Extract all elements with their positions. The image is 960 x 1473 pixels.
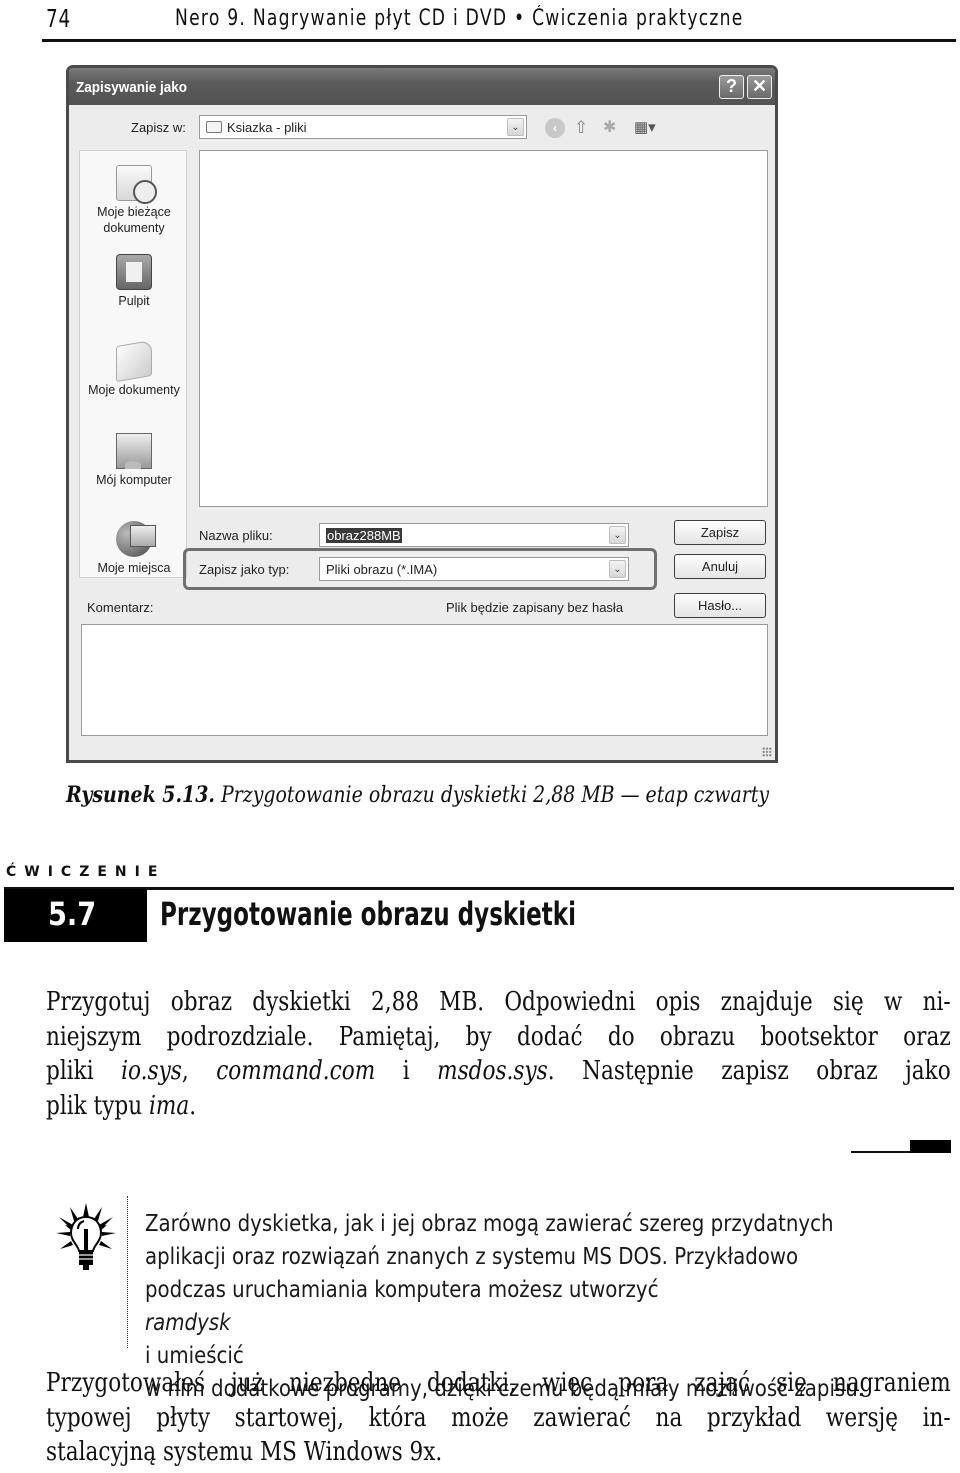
exercise-number: 5.7 (48, 895, 97, 933)
dialog-title: Zapisywanie jako (76, 79, 188, 96)
dialog-titlebar[interactable]: Zapisywanie jako ? ✕ (69, 68, 775, 105)
views-menu-icon[interactable]: ▦▾ (634, 118, 662, 138)
chevron-down-icon[interactable]: ⌄ (609, 560, 626, 578)
figure-caption: Rysunek 5.13. Przygotowanie obrazu dyski… (66, 782, 769, 808)
filetype-ima: ima (148, 1090, 190, 1121)
text-line: Przygotuj obraz dyskietki 2,88 MB. Odpow… (46, 987, 951, 1017)
comment-textarea[interactable] (81, 624, 768, 736)
place-label: dokumenty (103, 221, 165, 235)
my-computer-icon (116, 433, 152, 469)
exercise-end-mark (851, 1140, 951, 1153)
text-line: plik typu ima. (46, 1090, 197, 1121)
text-line: Przygotowałeś już niezbędne dodatki, wię… (46, 1368, 951, 1398)
save-as-dialog: Zapisywanie jako ? ✕ Zapisz w: Ksiazka -… (66, 65, 778, 763)
file-list[interactable] (199, 150, 768, 507)
book-title: Nero 9. Nagrywanie płyt CD i DVD • Ćwicz… (175, 6, 744, 31)
exercise-number-box: 5.7 (4, 889, 147, 942)
new-folder-icon[interactable]: ✱ (603, 118, 623, 138)
tip-line: aplikacji oraz rozwiązań znanych z syste… (145, 1244, 799, 1270)
running-header: 74 Nero 9. Nagrywanie płyt CD i DVD • Ćw… (42, 0, 956, 42)
chevron-down-icon[interactable]: ⌄ (507, 118, 524, 136)
filename-label: Nazwa pliku: (199, 528, 273, 543)
filename-io-sys: io.sys (121, 1056, 182, 1086)
text-line: niejszym podrozdziale. Pamiętaj, by doda… (46, 1021, 951, 1052)
save-in-value: Ksiazka - pliki (227, 120, 307, 135)
place-label: Moje bieżące (97, 205, 171, 219)
place-label: Mój komputer (96, 473, 172, 487)
filetype-select[interactable]: Pliki obrazu (*.IMA) ⌄ (319, 557, 629, 581)
desktop-icon (116, 254, 152, 290)
text-line: pliki io.sys, command.com i msdos.sys. N… (46, 1056, 951, 1086)
caption-label: Rysunek 5.13. (66, 782, 215, 808)
place-desktop[interactable]: Pulpit (80, 254, 188, 309)
comment-label: Komentarz: (87, 600, 154, 615)
password-button[interactable]: Hasło... (674, 593, 766, 618)
tip-line: Zarówno dyskietka, jak i jej obraz mogą … (145, 1211, 834, 1237)
back-icon[interactable]: ‹ (545, 118, 565, 138)
help-icon: ? (726, 76, 737, 96)
places-bar: Moje bieżące dokumenty Pulpit Moje dokum… (79, 150, 187, 578)
exercise-body: Przygotuj obraz dyskietki 2,88 MB. Odpow… (46, 985, 952, 1123)
place-recent-documents[interactable]: Moje bieżące dokumenty (80, 165, 188, 236)
place-label: Moje miejsca (97, 561, 171, 575)
close-button[interactable]: ✕ (747, 75, 772, 99)
place-label: Pulpit (118, 294, 150, 308)
term-ramdysk: ramdysk (145, 1310, 231, 1336)
save-in-label: Zapisz w: (131, 120, 186, 135)
close-icon: ✕ (751, 76, 768, 96)
recent-documents-icon (116, 165, 157, 204)
help-button[interactable]: ? (719, 75, 744, 99)
place-my-documents[interactable]: Moje dokumenty (80, 339, 188, 398)
filename-command-com: command.com (216, 1056, 376, 1086)
exercise-title: Przygotowanie obrazu dyskietki (160, 895, 576, 933)
save-button[interactable]: Zapisz (674, 520, 766, 545)
cancel-button[interactable]: Anuluj (674, 554, 766, 579)
filetype-label: Zapisz jako typ: (199, 562, 290, 577)
place-network[interactable]: Moje miejsca (80, 521, 188, 576)
up-folder-icon[interactable]: ⇧ (574, 118, 594, 138)
closing-paragraph: Przygotowałeś już niezbędne dodatki, wię… (46, 1366, 952, 1470)
page-number: 74 (46, 4, 72, 33)
tip-line: podczas uruchamiania komputera możesz ut… (145, 1277, 659, 1369)
exercise-kicker: ĆWICZENIE (6, 864, 166, 880)
filename-msdos-sys: msdos.sys (437, 1056, 548, 1086)
password-status: Plik będzie zapisany bez hasła (446, 600, 624, 615)
caption-text: Przygotowanie obrazu dyskietki 2,88 MB —… (220, 783, 770, 808)
my-documents-icon (116, 339, 152, 383)
lightbulb-icon (56, 1203, 116, 1270)
save-in-select[interactable]: Ksiazka - pliki ⌄ (199, 115, 527, 139)
chevron-down-icon[interactable]: ⌄ (609, 526, 626, 544)
network-places-icon (116, 521, 156, 557)
text-line: stalacyjną systemu MS Windows 9x. (46, 1437, 443, 1467)
tip-divider (127, 1196, 128, 1348)
place-label: Moje dokumenty (88, 383, 180, 397)
filetype-value: Pliki obrazu (*.IMA) (326, 562, 438, 577)
filename-input[interactable]: obraz288MB ⌄ (319, 523, 629, 547)
folder-icon (206, 121, 222, 133)
place-my-computer[interactable]: Mój komputer (80, 433, 188, 488)
filename-value: obraz288MB (326, 528, 402, 543)
text-line: typowej płyty startowej, która może zawi… (46, 1402, 951, 1433)
resize-grip-icon[interactable] (762, 747, 772, 757)
